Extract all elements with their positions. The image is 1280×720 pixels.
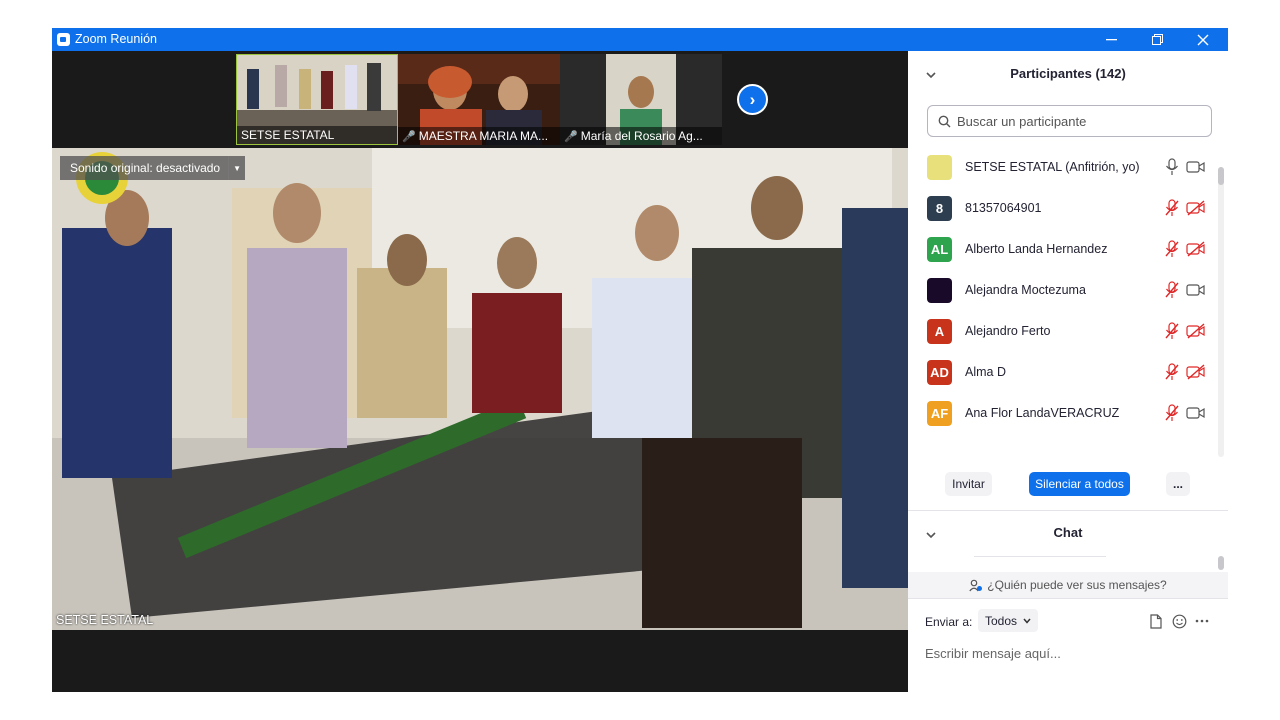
- avatar: 8: [927, 196, 952, 221]
- search-icon: [938, 115, 951, 127]
- participant-row[interactable]: AD Alma D: [908, 352, 1218, 393]
- participants-title: Participantes (142): [1010, 66, 1126, 81]
- muted-mic-icon[interactable]: [1164, 240, 1180, 258]
- participant-row[interactable]: 8 81357064901: [908, 188, 1218, 229]
- more-icon[interactable]: [1193, 612, 1211, 630]
- avatar: [927, 278, 952, 303]
- thumbnail-video[interactable]: 🎤 María del Rosario Ag...: [560, 54, 722, 145]
- recipient-value: Todos: [985, 613, 1018, 628]
- participant-search-box[interactable]: [927, 105, 1212, 137]
- window-title: Zoom Reunión: [75, 32, 157, 46]
- mute-all-button[interactable]: Silenciar a todos: [1029, 472, 1130, 496]
- close-button[interactable]: [1180, 28, 1226, 51]
- avatar: AL: [927, 237, 952, 262]
- muted-mic-icon[interactable]: [1164, 363, 1180, 381]
- thumbnail-name: 🎤 María del Rosario Ag...: [560, 127, 722, 145]
- avatar: AD: [927, 360, 952, 385]
- video-off-icon[interactable]: [1186, 241, 1206, 257]
- participant-name: 81357064901: [965, 201, 1042, 215]
- divider: [908, 598, 1228, 599]
- who-can-see-bar[interactable]: ¿Quién puede ver sus mensajes?: [908, 572, 1228, 598]
- chat-scrollbar[interactable]: [1218, 556, 1224, 570]
- participant-scrollbar[interactable]: [1218, 167, 1224, 457]
- title-bar: Zoom Reunión: [52, 28, 1228, 51]
- video-camera-icon[interactable]: [1186, 159, 1206, 175]
- search-input[interactable]: [957, 113, 1197, 129]
- muted-mic-icon[interactable]: [1164, 199, 1180, 217]
- participant-list: SETSE ESTATAL (Anfitrión, yo) 8 8135706490…: [908, 147, 1218, 459]
- participant-row[interactable]: Alejandra Moctezuma: [908, 270, 1218, 311]
- participant-row[interactable]: SETSE ESTATAL (Anfitrión, yo): [908, 147, 1218, 188]
- thumbnail-video[interactable]: SETSE ESTATAL: [236, 54, 398, 145]
- video-off-icon[interactable]: [1186, 200, 1206, 216]
- invite-button[interactable]: Invitar: [945, 472, 992, 496]
- chat-title: Chat: [1053, 525, 1083, 540]
- participant-row[interactable]: AL Alberto Landa Hernandez: [908, 229, 1218, 270]
- original-sound-label: Sonido original: desactivado: [70, 161, 221, 175]
- avatar: A: [927, 319, 952, 344]
- muted-mic-icon[interactable]: [1164, 281, 1180, 299]
- more-options-button[interactable]: ...: [1166, 472, 1190, 496]
- video-area: SETSE ESTATAL 🎤 MAESTRA MARIA MA... 🎤 Ma…: [52, 51, 908, 692]
- participant-name: Alma D: [965, 365, 1006, 379]
- avatar: [927, 155, 952, 180]
- video-camera-icon[interactable]: [1186, 405, 1206, 421]
- next-page-arrow-icon[interactable]: ›: [737, 84, 768, 115]
- participant-name: Alberto Landa Hernandez: [965, 242, 1108, 256]
- participant-name: Ana Flor LandaVERACRUZ: [965, 406, 1120, 420]
- divider: [908, 510, 1228, 511]
- video-camera-icon[interactable]: [1186, 282, 1206, 298]
- participant-name: SETSE ESTATAL (Anfitrión, yo): [965, 160, 1140, 174]
- participant-row[interactable]: AF Ana Flor LandaVERACRUZ: [908, 393, 1218, 434]
- muted-mic-icon[interactable]: [1164, 404, 1180, 422]
- thumbnail-name: SETSE ESTATAL: [237, 126, 397, 144]
- thumbnail-video[interactable]: 🎤 MAESTRA MARIA MA...: [398, 54, 560, 145]
- send-to-label: Enviar a:: [925, 615, 973, 629]
- side-panel: Participantes (142) SETSE ESTATAL (Anfit…: [908, 51, 1228, 692]
- main-video[interactable]: Sonido original: desactivado ▼ SETSE EST…: [52, 148, 908, 630]
- recipient-dropdown[interactable]: Todos: [978, 609, 1038, 632]
- active-speaker-name: SETSE ESTATAL: [56, 613, 154, 627]
- participant-row[interactable]: A Alejandro Ferto: [908, 311, 1218, 352]
- meeting-room-image: [52, 148, 908, 630]
- chevron-down-icon: [1023, 618, 1031, 624]
- video-off-icon[interactable]: [1186, 323, 1206, 339]
- thumbnail-strip: SETSE ESTATAL 🎤 MAESTRA MARIA MA... 🎤 Ma…: [52, 51, 908, 148]
- chevron-down-icon[interactable]: ▼: [228, 156, 245, 180]
- people-info-icon: [969, 579, 983, 591]
- video-off-icon[interactable]: [1186, 364, 1206, 380]
- participants-header: Participantes (142): [908, 51, 1228, 95]
- muted-mic-icon: 🎤: [402, 131, 416, 143]
- mic-icon[interactable]: [1164, 158, 1180, 176]
- file-icon[interactable]: [1147, 612, 1165, 630]
- avatar: AF: [927, 401, 952, 426]
- emoji-icon[interactable]: [1170, 612, 1188, 630]
- divider: [974, 556, 1106, 557]
- participant-name: Alejandra Moctezuma: [965, 283, 1086, 297]
- muted-mic-icon[interactable]: [1164, 322, 1180, 340]
- muted-mic-icon: 🎤: [564, 131, 578, 143]
- zoom-window: Zoom Reunión SETSE ESTATAL 🎤 MAESTRA MAR…: [52, 28, 1228, 692]
- who-can-see-text: ¿Quién puede ver sus mensajes?: [987, 578, 1167, 592]
- restore-button[interactable]: [1134, 28, 1180, 51]
- chat-message-input[interactable]: [925, 641, 1215, 665]
- thumbnail-name: 🎤 MAESTRA MARIA MA...: [398, 127, 560, 145]
- minimize-button[interactable]: [1088, 28, 1134, 51]
- participant-name: Alejandro Ferto: [965, 324, 1051, 338]
- original-sound-toggle[interactable]: Sonido original: desactivado ▼: [60, 156, 246, 180]
- zoom-app-icon: [57, 33, 70, 46]
